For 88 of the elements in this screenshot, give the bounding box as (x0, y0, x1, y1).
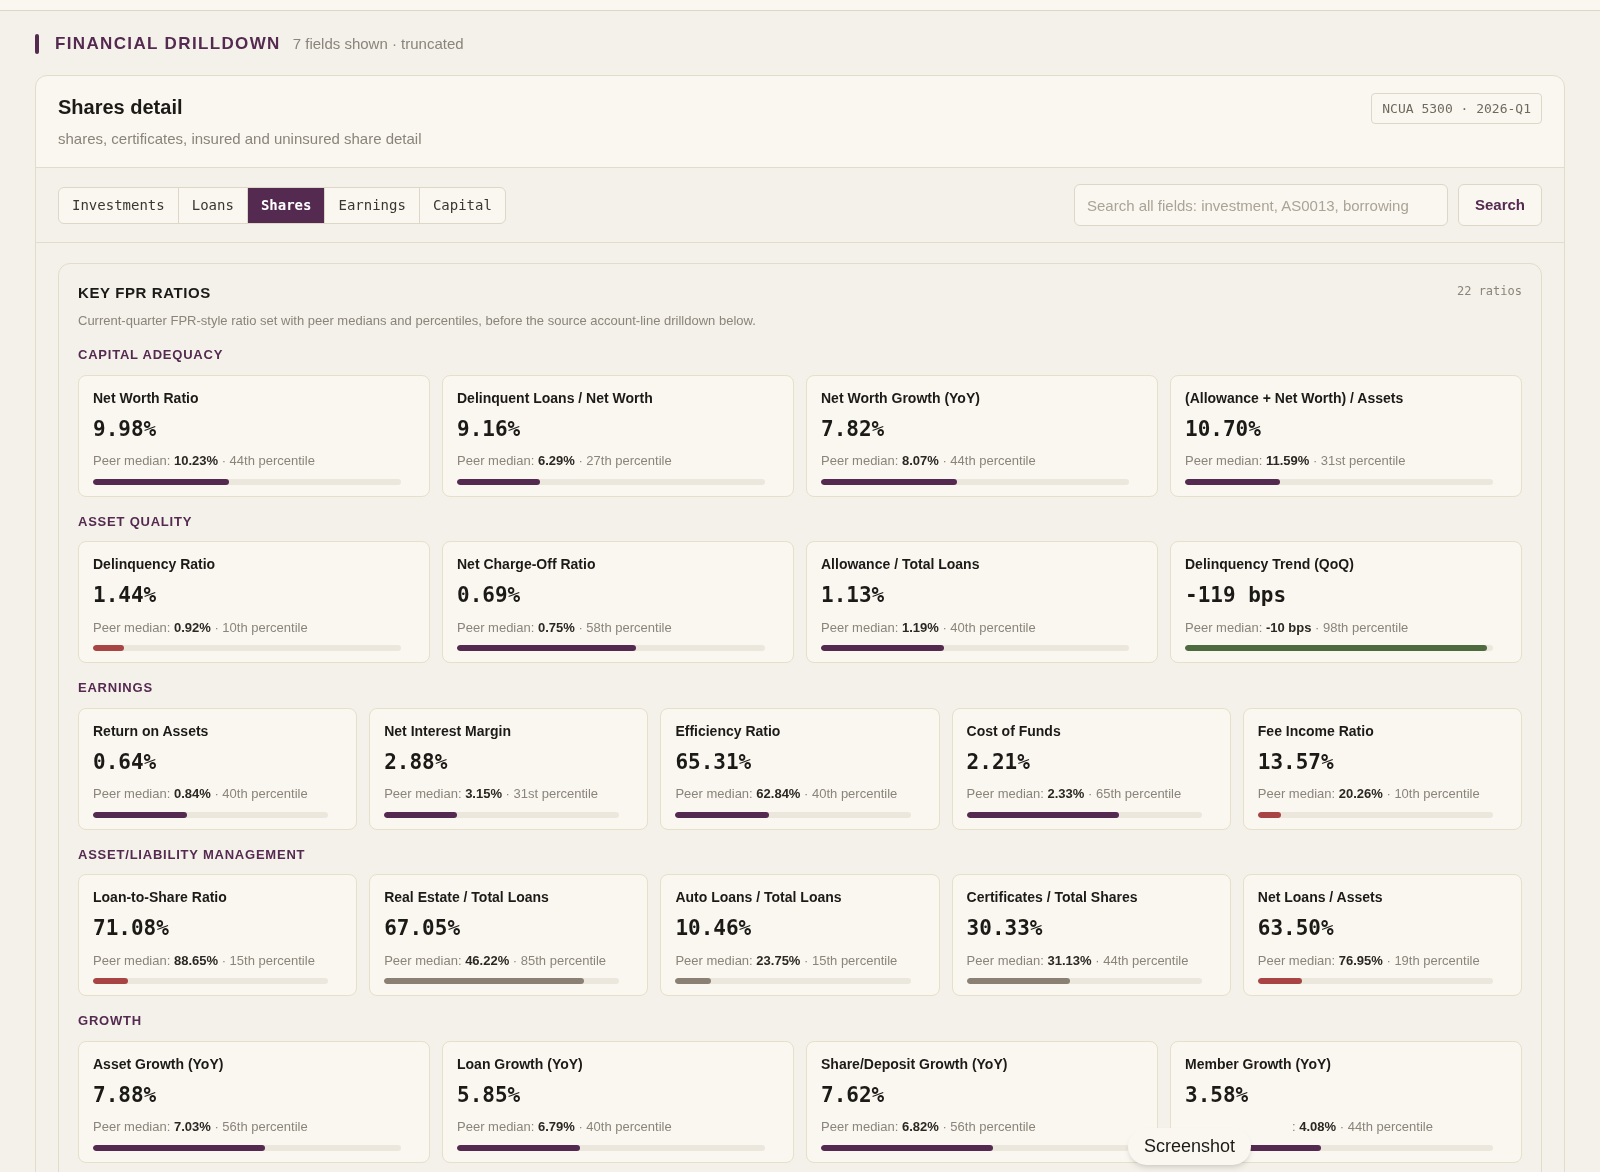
ratio-value: 1.44% (93, 582, 157, 609)
tab[interactable]: Earnings (324, 187, 419, 223)
ratio-title: Net Worth Growth (YoY) (821, 388, 980, 408)
ratio-title: Net Worth Ratio (93, 388, 199, 408)
peer-median-note: Peer median: 7.03% · 56th percentile (93, 1118, 308, 1136)
ratio-title: Efficiency Ratio (675, 721, 781, 741)
ratio-value: 7.82% (821, 415, 885, 443)
tab[interactable]: Investments (59, 187, 178, 223)
peer-median-note: Peer median: 0.75% · 58th percentile (457, 618, 672, 637)
peer-median-note: Peer median: 8.07% · 44th percentile (821, 452, 1036, 470)
ratio-title: Loan Growth (YoY) (457, 1054, 583, 1074)
group-heading: CAPITAL ADEQUACY (78, 346, 224, 364)
peer-median-note: Peer median: 2.33% · 65th percentile (966, 785, 1182, 803)
ratio-title: Real Estate / Total Loans (384, 888, 549, 907)
ratio-value: 5.85% (457, 1081, 521, 1109)
peer-median-note: Peer median: 23.75% · 15th percentile (675, 951, 898, 970)
group-heading: ASSET/LIABILITY MANAGEMENT (78, 845, 306, 864)
peer-median-note: Peer median: 76.95% · 19th percentile (1257, 951, 1480, 970)
ratio-title: Share/Deposit Growth (YoY) (821, 1054, 1008, 1074)
ratio-title: Asset Growth (YoY) (93, 1054, 224, 1074)
peer-median-note: : 4.08% · 44th percentile (1292, 1118, 1433, 1136)
peer-median-note: Peer median: 1.19% · 40th percentile (821, 618, 1036, 637)
ratio-title: Auto Loans / Total Loans (675, 888, 842, 907)
ratio-title: Fee Income Ratio (1257, 721, 1374, 741)
page-meta: 7 fields shown · truncated (292, 33, 464, 54)
detail-title: Shares detail (58, 94, 184, 120)
ratio-value: 63.50% (1257, 915, 1334, 942)
screenshot-tooltip: Screenshot (1128, 1128, 1252, 1165)
group-heading: EARNINGS (78, 679, 153, 697)
section-title: KEY FPR RATIOS (78, 283, 211, 303)
ratio-value: 30.33% (966, 915, 1043, 942)
ratio-value: 65.31% (675, 748, 752, 776)
tab[interactable]: Shares (246, 187, 325, 223)
ratio-title: Delinquency Trend (QoQ) (1185, 555, 1354, 574)
ratio-value: 67.05% (384, 915, 461, 942)
ratio-value: 13.57% (1257, 748, 1334, 776)
ratio-title: Cost of Funds (966, 721, 1061, 741)
tab[interactable]: Capital (418, 187, 505, 223)
peer-median-note: Peer median: 31.13% · 44th percentile (966, 951, 1189, 970)
ratio-title: Delinquent Loans / Net Worth (457, 388, 653, 408)
ratio-value: 71.08% (93, 915, 169, 942)
ratio-value: -119 bps (1185, 582, 1287, 609)
ratio-title: Loan-to-Share Ratio (93, 888, 227, 907)
ratio-title: Delinquency Ratio (93, 555, 216, 574)
ratio-value: 10.70% (1185, 415, 1261, 443)
ratio-title: Certificates / Total Shares (966, 888, 1138, 907)
ratio-count: 22 ratios (1456, 283, 1522, 300)
ratio-value: 9.16% (457, 415, 521, 443)
report-badge: NCUA 5300 · 2026-Q1 (1371, 92, 1542, 124)
ratio-title: Allowance / Total Loans (821, 555, 980, 574)
peer-median-note: Peer median: 62.84% · 40th percentile (675, 785, 898, 803)
peer-median-note: Peer median: 6.82% · 56th percentile (821, 1118, 1036, 1136)
ratio-value: 1.13% (821, 582, 885, 609)
ratio-title: Net Charge-Off Ratio (457, 555, 596, 574)
peer-median-note: Peer median: -10 bps · 98th percentile (1185, 618, 1409, 637)
peer-median-note: Peer median: 6.29% · 27th percentile (457, 452, 672, 470)
ratio-value: 2.21% (966, 748, 1030, 776)
detail-subtitle: shares, certificates, insured and uninsured share detail (58, 128, 422, 149)
ratio-value: 2.88% (384, 748, 448, 776)
ratio-value: 0.64% (93, 748, 157, 776)
ratio-title: (Allowance + Net Worth) / Assets (1185, 388, 1404, 408)
peer-median-note: Peer median: 20.26% · 10th percentile (1257, 785, 1480, 803)
peer-median-note: Peer median: 0.84% · 40th percentile (93, 785, 308, 803)
peer-median-note: Peer median: 11.59% · 31st percentile (1185, 452, 1406, 470)
peer-median-note: Peer median: 88.65% · 15th percentile (93, 951, 315, 970)
ratio-value: 0.69% (457, 582, 521, 609)
tab[interactable]: Loans (177, 187, 247, 223)
ratio-value: 7.88% (93, 1081, 157, 1109)
peer-median-note: Peer median: 6.79% · 40th percentile (457, 1118, 672, 1136)
ratio-title: Net Loans / Assets (1257, 888, 1383, 907)
search-button[interactable]: Search (1457, 184, 1542, 226)
ratio-title: Member Growth (YoY) (1185, 1054, 1331, 1074)
ratio-value: 10.46% (675, 915, 752, 942)
search-field[interactable]: Search all fields: investment, AS0013, borrowing (1073, 184, 1448, 226)
page-title: FINANCIAL DRILLDOWN (55, 33, 281, 55)
ratio-title: Net Interest Margin (384, 721, 511, 741)
ratio-value: 7.62% (821, 1081, 885, 1109)
ratio-value: 9.98% (93, 415, 157, 443)
peer-median-note: Peer median: 46.22% · 85th percentile (384, 951, 607, 970)
accent-bar (35, 33, 39, 54)
ratio-value: 3.58% (1185, 1081, 1249, 1109)
group-heading: GROWTH (78, 1012, 142, 1030)
section-description: Current-quarter FPR-style ratio set with peer medians and percentiles, before the source account-line drilldown below. (78, 311, 756, 330)
group-heading: ASSET QUALITY (78, 512, 193, 531)
peer-median-note: Peer median: 0.92% · 10th percentile (93, 618, 308, 637)
ratio-title: Return on Assets (93, 721, 209, 741)
peer-median-note: Peer median: 3.15% · 31st percentile (384, 785, 599, 803)
peer-median-note: Peer median: 10.23% · 44th percentile (93, 452, 315, 470)
